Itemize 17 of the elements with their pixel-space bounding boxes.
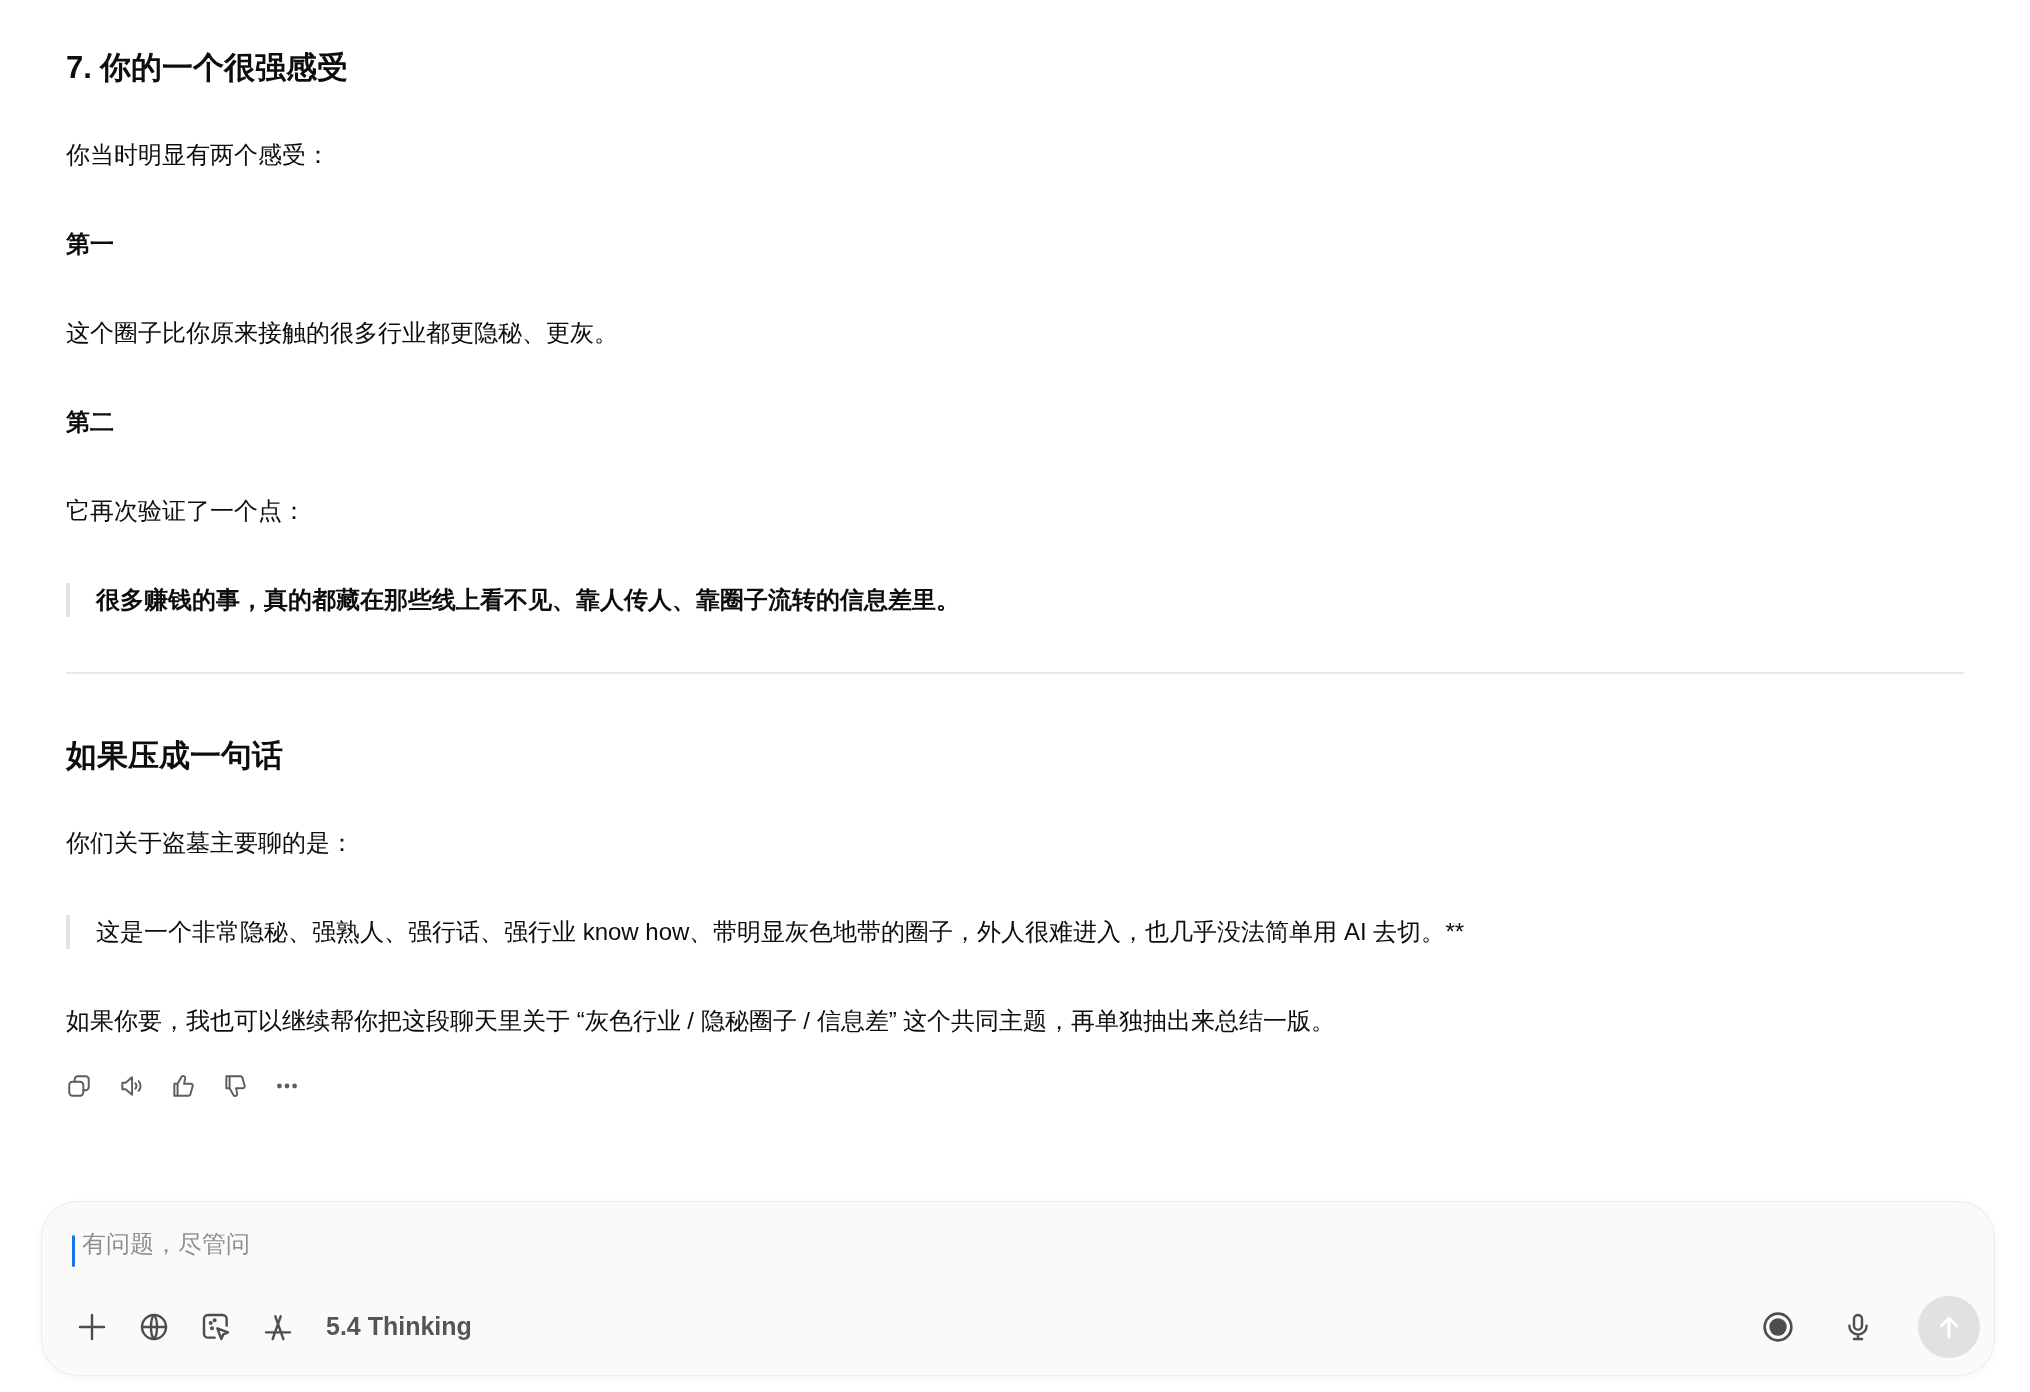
paragraph-text: 你当时明显有两个感受： xyxy=(66,140,331,170)
section-heading: 如果压成一句话 xyxy=(66,737,284,775)
quote-text: 很多赚钱的事，真的都藏在那些线上看不见、靠人传人、靠圈子流转的信息差里。 xyxy=(66,583,1964,617)
paragraph-text: 如果你要，我也可以继续帮你把这段聊天里关于 “灰色行业 / 隐秘圈子 / 信息差” 这个共同主题，再单独抽出来总结一版。 xyxy=(66,1006,1337,1036)
paragraph-text: 你们关于盗墓主要聊的是： xyxy=(66,828,355,858)
message-input[interactable]: 有问题，尽管问 xyxy=(72,1226,1968,1262)
model-selector[interactable]: 5.4 Thinking xyxy=(320,1308,478,1346)
thumbs-down-icon[interactable] xyxy=(222,1073,248,1099)
paragraph-text: 这个圈子比你原来接触的很多行业都更隐秘、更灰。 xyxy=(66,318,619,348)
copy-icon[interactable] xyxy=(66,1073,92,1099)
text-cursor xyxy=(72,1235,75,1267)
section-heading: 7. 你的一个很强感受 xyxy=(66,49,350,87)
bold-label: 第一 xyxy=(66,229,115,259)
thumbs-up-icon[interactable] xyxy=(170,1073,196,1099)
paragraph-text: 它再次验证了一个点： xyxy=(66,496,307,526)
bold-label: 第二 xyxy=(66,407,115,437)
quote-text: 这是一个非常隐秘、强熟人、强行话、强行业 know how、带明显灰色地带的圈子，外人很难进入，也几乎没法简单用 AI 去切。** xyxy=(66,915,1964,949)
